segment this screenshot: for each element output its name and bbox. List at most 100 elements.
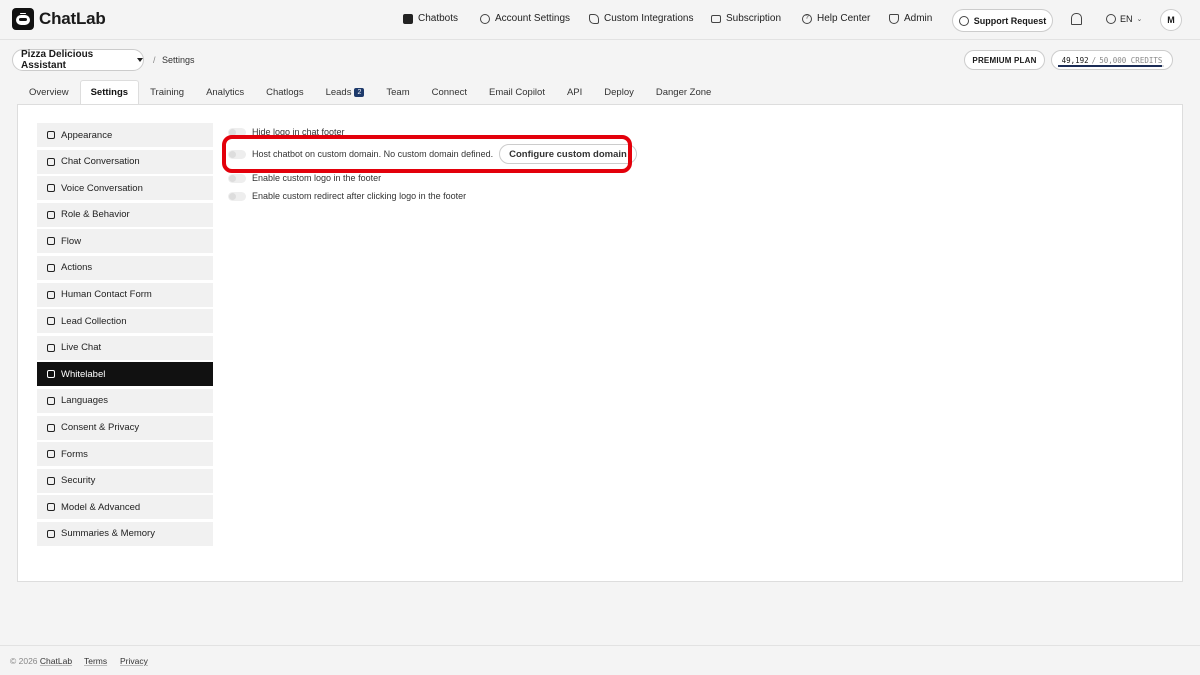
nav-account-settings-label: Account Settings bbox=[495, 13, 571, 24]
option-custom-redirect: Enable custom redirect after clicking lo… bbox=[228, 191, 466, 201]
sidebar-item-security[interactable]: Security bbox=[37, 468, 213, 493]
microphone-icon bbox=[47, 184, 55, 193]
contact-icon bbox=[47, 290, 55, 299]
tab-deploy[interactable]: Deploy bbox=[593, 80, 645, 104]
sidebar-item-flow[interactable]: Flow bbox=[37, 229, 213, 254]
credits-separator: / bbox=[1091, 55, 1097, 65]
nav-custom-integrations[interactable]: Custom Integrations bbox=[589, 13, 694, 24]
sidebar-item-label: Languages bbox=[61, 395, 109, 407]
footer-brand-link[interactable]: ChatLab bbox=[40, 656, 72, 666]
lock-icon bbox=[47, 476, 55, 485]
footer-privacy-link[interactable]: Privacy bbox=[120, 656, 148, 666]
flow-icon bbox=[47, 237, 55, 246]
app-logo[interactable]: ChatLab bbox=[12, 8, 106, 30]
tab-label: Team bbox=[386, 87, 410, 98]
sidebar-item-consent-privacy[interactable]: Consent & Privacy bbox=[37, 415, 213, 440]
nav-help-center-label: Help Center bbox=[817, 13, 871, 24]
keyboard-icon bbox=[47, 529, 55, 538]
custom-redirect-label: Enable custom redirect after clicking lo… bbox=[252, 191, 467, 201]
tab-danger-zone[interactable]: Danger Zone bbox=[645, 80, 722, 104]
nav-chatbots[interactable]: Chatbots bbox=[403, 13, 458, 24]
help-icon: ? bbox=[802, 13, 812, 24]
headset-icon bbox=[47, 343, 55, 352]
footer-copyright: © 2026 ChatLab bbox=[10, 656, 72, 666]
chat-bubble-icon bbox=[47, 157, 55, 166]
support-request-label: Support Request bbox=[973, 15, 1047, 26]
tab-email-copilot[interactable]: Email Copilot bbox=[478, 80, 556, 104]
nav-help-center[interactable]: ? Help Center bbox=[802, 13, 870, 24]
support-request-button[interactable]: Support Request bbox=[952, 9, 1053, 32]
language-selector[interactable]: EN ⌄ bbox=[1106, 14, 1142, 24]
app-name: ChatLab bbox=[39, 9, 106, 28]
sidebar-item-role-behavior[interactable]: Role & Behavior bbox=[37, 202, 213, 227]
credits-counter[interactable]: 49,192 / 50,000 CREDITS bbox=[1051, 50, 1173, 70]
globe-icon bbox=[1106, 14, 1116, 24]
sidebar-item-chat-conversation[interactable]: Chat Conversation bbox=[37, 149, 213, 174]
sidebar-item-model-advanced[interactable]: Model & Advanced bbox=[37, 495, 213, 520]
sidebar-item-forms[interactable]: Forms bbox=[37, 442, 213, 467]
credit-card-icon bbox=[711, 14, 721, 23]
sidebar-item-actions[interactable]: Actions bbox=[37, 255, 213, 280]
sidebar-item-label: Role & Behavior bbox=[61, 209, 130, 221]
shield-check-icon bbox=[889, 13, 899, 24]
sidebar-item-voice-conversation[interactable]: Voice Conversation bbox=[37, 176, 213, 201]
custom-redirect-toggle[interactable] bbox=[228, 191, 246, 201]
footer-terms-link[interactable]: Terms bbox=[84, 656, 107, 666]
tab-label: Training bbox=[150, 87, 185, 98]
tab-leads[interactable]: Leads 2 bbox=[315, 80, 376, 104]
nav-chatbots-label: Chatbots bbox=[418, 13, 459, 24]
gear-icon bbox=[480, 13, 490, 24]
sidebar-item-summaries-memory[interactable]: Summaries & Memory bbox=[37, 521, 213, 546]
nav-subscription[interactable]: Subscription bbox=[711, 13, 781, 24]
sidebar-item-lead-collection[interactable]: Lead Collection bbox=[37, 309, 213, 334]
sidebar-item-appearance[interactable]: Appearance bbox=[37, 123, 213, 147]
top-bar: ChatLab Chatbots Account Settings Custom… bbox=[0, 0, 1200, 40]
chatbot-selector[interactable]: Pizza Delicious Assistant bbox=[12, 49, 144, 71]
tab-training[interactable]: Training bbox=[139, 80, 195, 104]
tab-connect[interactable]: Connect bbox=[421, 80, 478, 104]
sidebar-item-label: Appearance bbox=[61, 129, 113, 141]
user-icon bbox=[47, 210, 55, 219]
robot-logo-icon bbox=[12, 8, 34, 30]
sidebar-item-label: Chat Conversation bbox=[61, 156, 140, 168]
monitor-icon bbox=[47, 131, 55, 139]
tab-chatlogs[interactable]: Chatlogs bbox=[255, 80, 315, 104]
custom-logo-label: Enable custom logo in the footer bbox=[252, 173, 382, 183]
option-custom-logo: Enable custom logo in the footer bbox=[228, 173, 381, 183]
flask-icon bbox=[47, 503, 55, 512]
tab-team[interactable]: Team bbox=[375, 80, 420, 104]
tab-label: Chatlogs bbox=[266, 87, 304, 98]
custom-logo-toggle[interactable] bbox=[228, 173, 246, 183]
sidebar-item-label: Summaries & Memory bbox=[61, 528, 155, 540]
tab-label: Deploy bbox=[604, 87, 634, 98]
translate-icon bbox=[47, 396, 55, 405]
tab-api[interactable]: API bbox=[556, 80, 593, 104]
pen-icon bbox=[47, 370, 55, 379]
bell-icon[interactable] bbox=[1071, 13, 1082, 25]
nav-admin[interactable]: Admin bbox=[889, 13, 932, 24]
tab-analytics[interactable]: Analytics bbox=[195, 80, 255, 104]
avatar[interactable]: M bbox=[1160, 9, 1182, 31]
chevron-down-icon: ⌄ bbox=[1136, 16, 1143, 23]
sidebar-item-label: Flow bbox=[61, 235, 82, 247]
tab-label: Overview bbox=[29, 87, 69, 98]
tab-label: Email Copilot bbox=[489, 87, 545, 98]
nav-account-settings[interactable]: Account Settings bbox=[480, 13, 570, 24]
sidebar-item-whitelabel[interactable]: Whitelabel bbox=[37, 362, 213, 387]
sidebar-item-label: Consent & Privacy bbox=[61, 422, 140, 434]
tab-overview[interactable]: Overview bbox=[18, 80, 80, 104]
sidebar-item-languages[interactable]: Languages bbox=[37, 388, 213, 413]
language-label: EN bbox=[1120, 14, 1133, 24]
nav-admin-label: Admin bbox=[904, 13, 933, 24]
lifebuoy-icon bbox=[958, 15, 969, 26]
sidebar-item-human-contact-form[interactable]: Human Contact Form bbox=[37, 282, 213, 307]
tab-label: Analytics bbox=[206, 87, 245, 98]
caret-down-icon bbox=[137, 58, 143, 62]
chatbot-icon bbox=[403, 13, 413, 24]
plan-badge[interactable]: PREMIUM PLAN bbox=[964, 50, 1045, 70]
tab-settings[interactable]: Settings bbox=[79, 80, 140, 104]
sidebar-item-live-chat[interactable]: Live Chat bbox=[37, 335, 213, 360]
settings-panel: Appearance Chat Conversation Voice Convers… bbox=[17, 104, 1183, 582]
copyright-text: © 2026 bbox=[10, 656, 38, 666]
credits-total: 50,000 CREDITS bbox=[1099, 55, 1163, 65]
